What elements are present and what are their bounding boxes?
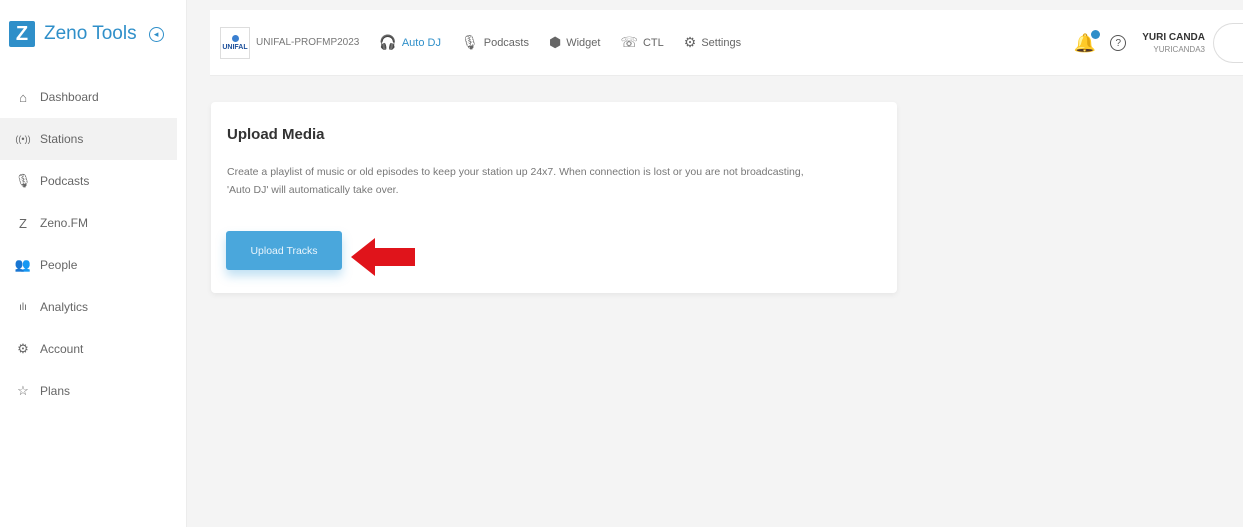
notification-bell-icon[interactable]: 🔔: [1074, 29, 1101, 54]
microphone-icon: 🎙: [14, 173, 32, 188]
upload-media-card: Upload Media Create a playlist of music …: [211, 102, 897, 293]
tab-podcasts[interactable]: 🎙 Podcasts: [461, 34, 529, 51]
user-name: YURI CANDA: [1142, 32, 1205, 43]
sidebar-item-people[interactable]: 👥 People: [0, 244, 186, 286]
avatar[interactable]: [1213, 23, 1243, 63]
sidebar-item-label: Stations: [40, 132, 84, 146]
user-info[interactable]: YURI CANDA YURICANDA3: [1142, 32, 1205, 54]
tab-ctl[interactable]: ☏ CTL: [620, 34, 663, 51]
analytics-icon: ılı: [19, 301, 27, 313]
sidebar-item-account[interactable]: ⚙ Account: [0, 328, 186, 370]
tab-settings[interactable]: ⚙ Settings: [684, 34, 741, 51]
tab-label: Widget: [566, 36, 601, 49]
headphones-icon: 🎧: [379, 34, 397, 50]
station-name[interactable]: UNIFAL-PROFMP2023: [256, 37, 359, 48]
top-bar: UNIFAL UNIFAL-PROFMP2023 🎧 Auto DJ 🎙 Pod…: [210, 10, 1243, 76]
top-right-controls: 🔔 ? YURI CANDA YURICANDA3: [1074, 10, 1243, 76]
station-logo-dot: [231, 34, 239, 42]
gear-icon: ⚙: [683, 34, 697, 50]
station-logo[interactable]: UNIFAL: [220, 26, 250, 59]
account-icon: ⚙: [17, 341, 29, 356]
tab-widget[interactable]: ⬢ Widget: [549, 34, 600, 51]
tab-label: Podcasts: [483, 36, 529, 49]
zeno-logo-icon[interactable]: Z: [9, 21, 35, 47]
people-icon: 👥: [14, 257, 32, 272]
sidebar-item-label: Podcasts: [40, 174, 90, 188]
tab-label: Auto DJ: [401, 36, 441, 49]
sidebar-item-zeno-fm[interactable]: Z Zeno.FM: [0, 202, 186, 244]
sidebar-item-analytics[interactable]: ılı Analytics: [0, 286, 186, 328]
help-icon[interactable]: ?: [1110, 35, 1127, 51]
notification-badge: [1091, 29, 1101, 39]
sidebar-item-dashboard[interactable]: ⌂ Dashboard: [0, 76, 186, 118]
sidebar-item-label: Dashboard: [40, 90, 99, 104]
tab-label: Settings: [701, 36, 742, 49]
sidebar-nav: ⌂ Dashboard ((•)) Stations 🎙 Podcasts Z …: [0, 76, 186, 412]
sidebar-item-stations[interactable]: ((•)) Stations: [0, 118, 177, 160]
user-handle: YURICANDA3: [1153, 45, 1205, 54]
home-icon: ⌂: [19, 89, 27, 105]
sidebar-item-plans[interactable]: ☆ Plans: [0, 370, 186, 412]
star-icon: ☆: [17, 383, 29, 398]
sidebar-collapse-icon[interactable]: ◂: [148, 26, 164, 42]
brand: Z Zeno Tools ◂: [0, 0, 186, 68]
sidebar-item-label: Account: [40, 342, 84, 356]
red-arrow-annotation-icon: [351, 238, 415, 276]
tab-label: CTL: [642, 36, 664, 49]
microphone-icon: 🎙: [460, 34, 479, 50]
sidebar-item-label: Analytics: [40, 300, 89, 314]
upload-tracks-button[interactable]: Upload Tracks: [226, 231, 342, 270]
sidebar-item-label: Plans: [40, 384, 71, 398]
widget-icon: ⬢: [548, 34, 562, 50]
zeno-fm-icon: Z: [19, 215, 27, 231]
brand-name[interactable]: Zeno Tools: [44, 23, 137, 45]
station-logo-text: UNIFAL: [222, 43, 248, 51]
card-title: Upload Media: [227, 126, 325, 143]
sidebar-item-label: Zeno.FM: [40, 216, 89, 230]
sidebar: Z Zeno Tools ◂ ⌂ Dashboard ((•)) Station…: [0, 0, 187, 527]
sidebar-item-label: People: [40, 258, 78, 272]
sidebar-item-podcasts[interactable]: 🎙 Podcasts: [0, 160, 186, 202]
phone-icon: ☏: [620, 34, 638, 50]
card-description: Create a playlist of music or old episod…: [227, 166, 804, 196]
tab-auto-dj[interactable]: 🎧 Auto DJ: [379, 34, 441, 51]
broadcast-icon: ((•)): [15, 134, 31, 144]
